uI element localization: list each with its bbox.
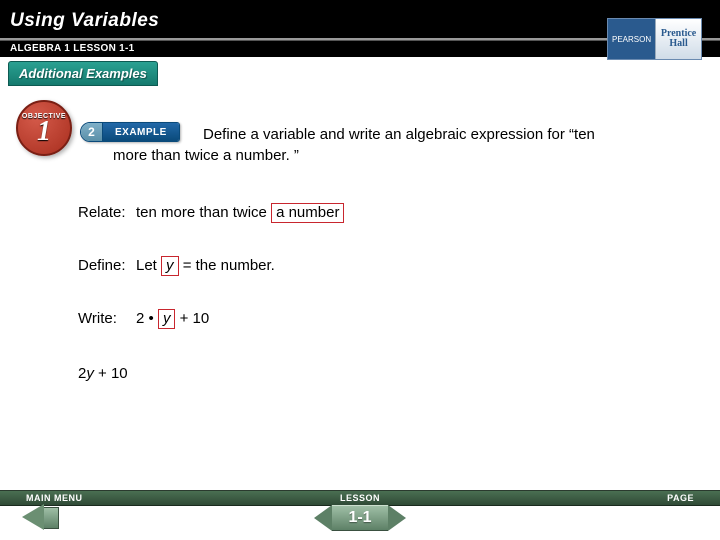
problem-text: Define a variable and write an algebraic…	[113, 124, 690, 166]
final-rest: + 10	[94, 365, 128, 382]
write-step: Write: 2 • y + 10	[78, 308, 680, 329]
define-boxed: y	[161, 256, 179, 276]
content-area: OBJECTIVE 1 2 EXAMPLE Define a variable …	[0, 86, 720, 382]
example-pill: 2 EXAMPLE	[80, 122, 180, 142]
problem-line1: Define a variable and write an algebraic…	[203, 124, 690, 145]
back-arrow-icon[interactable]	[22, 504, 44, 530]
example-number: 2	[81, 123, 103, 141]
additional-examples-label: Additional Examples	[8, 61, 158, 86]
objective-badge: OBJECTIVE 1	[16, 100, 72, 156]
relate-step: Relate: ten more than twice a number	[78, 202, 680, 223]
relate-body: ten more than twice a number	[136, 202, 344, 223]
define-var: y	[166, 257, 174, 274]
example-label: EXAMPLE	[103, 123, 179, 141]
publisher-imprint: Prentice Hall	[656, 29, 701, 49]
write-label: Write:	[78, 308, 136, 329]
solution-steps: Relate: ten more than twice a number Def…	[78, 202, 680, 329]
bottom-nav: MAIN MENU LESSON PAGE 1-1	[0, 490, 720, 540]
write-text-after: + 10	[175, 310, 209, 327]
lesson-number: 1-1	[332, 505, 388, 531]
write-boxed: y	[158, 309, 176, 329]
define-text-before: Let	[136, 257, 161, 274]
define-step: Define: Let y = the number.	[78, 255, 680, 276]
write-var: y	[163, 310, 171, 327]
define-body: Let y = the number.	[136, 255, 275, 276]
lesson-chip: 1-1	[280, 504, 440, 532]
imprint-line2: Hall	[656, 39, 701, 49]
relate-label: Relate:	[78, 202, 136, 223]
relate-boxed: a number	[271, 203, 344, 223]
relate-text-before: ten more than twice	[136, 204, 271, 221]
nav-lesson-label[interactable]: LESSON	[0, 493, 720, 503]
problem-line2: more than twice a number. ”	[113, 145, 690, 166]
top-border	[0, 0, 720, 8]
publisher-brand: PEARSON	[608, 19, 656, 59]
additional-examples-tab: Additional Examples	[8, 61, 158, 86]
lesson-next-icon[interactable]	[388, 505, 406, 531]
nav-page-label[interactable]: PAGE	[667, 493, 694, 503]
lesson-prev-icon[interactable]	[314, 505, 332, 531]
define-text-after: = the number.	[179, 257, 275, 274]
write-text-before: 2 •	[136, 310, 158, 327]
write-body: 2 • y + 10	[136, 308, 209, 329]
objective-number: 1	[37, 120, 51, 144]
define-label: Define:	[78, 255, 136, 276]
publisher-logo: PEARSON Prentice Hall	[607, 18, 702, 60]
page-title: Using Variables	[10, 10, 159, 32]
final-var: y	[86, 365, 94, 382]
final-answer: 2y + 10	[78, 365, 690, 382]
